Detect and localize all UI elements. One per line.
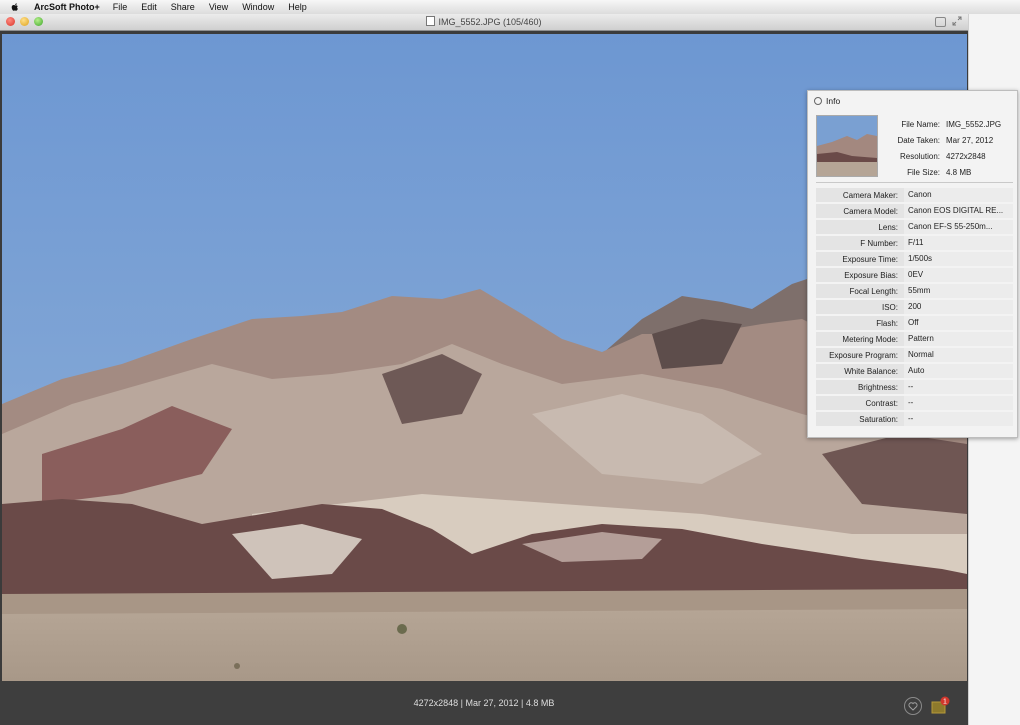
exif-value: Off — [904, 316, 1013, 330]
date-taken-row: Date Taken: Mar 27, 2012 — [886, 132, 1001, 148]
exif-value: Canon — [904, 188, 1013, 202]
exif-row: Focal Length: 55mm — [816, 284, 1013, 298]
exif-value: Canon EOS DIGITAL RE... — [904, 204, 1013, 218]
exif-key: Flash: — [876, 318, 898, 328]
exif-value: Pattern — [904, 332, 1013, 346]
exif-row: White Balance: Auto — [816, 364, 1013, 378]
document-icon — [426, 16, 436, 26]
photo-thumbnail — [816, 115, 878, 177]
exif-row: Saturation: -- — [816, 412, 1013, 426]
info-title: Info — [826, 96, 841, 106]
exif-key: ISO: — [881, 302, 898, 312]
exif-row: Metering Mode: Pattern — [816, 332, 1013, 346]
exif-key: Brightness: — [857, 382, 898, 392]
exif-row: Lens: Canon EF-S 55-250m... — [816, 220, 1013, 234]
exif-table: Camera Maker: Canon Camera Model: Canon EO… — [816, 188, 1013, 428]
heart-icon — [908, 702, 918, 711]
menu-share[interactable]: Share — [171, 2, 195, 12]
menu-edit[interactable]: Edit — [141, 2, 157, 12]
exif-key: Saturation: — [859, 414, 898, 424]
file-name-row: File Name: IMG_5552.JPG — [886, 116, 1001, 132]
exif-value: Auto — [904, 364, 1013, 378]
title-bar: IMG_5552.JPG (105/460) — [0, 14, 968, 31]
exif-value: -- — [904, 396, 1013, 410]
exif-value: Normal — [904, 348, 1013, 362]
exif-row: Camera Maker: Canon — [816, 188, 1013, 202]
exif-value: -- — [904, 380, 1013, 394]
file-key: File Name: — [901, 119, 940, 129]
menu-app-name[interactable]: ArcSoft Photo+ — [34, 2, 100, 12]
info-close-icon[interactable] — [814, 97, 822, 105]
exif-row: Camera Model: Canon EOS DIGITAL RE... — [816, 204, 1013, 218]
window-title: IMG_5552.JPG (105/460) — [0, 16, 968, 27]
file-key: File Size: — [907, 167, 940, 177]
exif-key: Camera Maker: — [842, 190, 898, 200]
exif-value: 55mm — [904, 284, 1013, 298]
exif-row: Exposure Program: Normal — [816, 348, 1013, 362]
exif-key: Camera Model: — [843, 206, 898, 216]
exif-value: -- — [904, 412, 1013, 426]
exif-value: Canon EF-S 55-250m... — [904, 220, 1013, 234]
file-value: 4272x2848 — [946, 151, 986, 161]
apple-icon[interactable] — [10, 2, 20, 12]
file-key: Date Taken: — [897, 135, 940, 145]
exif-key: Lens: — [878, 222, 898, 232]
resolution-row: Resolution: 4272x2848 — [886, 148, 1001, 164]
file-value: IMG_5552.JPG — [946, 119, 1002, 129]
exif-row: ISO: 200 — [816, 300, 1013, 314]
exif-key: Exposure Bias: — [844, 270, 898, 280]
exif-row: F Number: F/11 — [816, 236, 1013, 250]
exif-row: Exposure Time: 1/500s — [816, 252, 1013, 266]
exif-value: 1/500s — [904, 252, 1013, 266]
file-info: File Name: IMG_5552.JPG Date Taken: Mar … — [886, 116, 1001, 180]
exif-key: Exposure Program: — [829, 350, 898, 360]
tray-icon[interactable]: 1 — [930, 696, 950, 716]
exif-value: 0EV — [904, 268, 1013, 282]
menu-file[interactable]: File — [113, 2, 128, 12]
info-header: Info — [814, 96, 840, 106]
menu-window[interactable]: Window — [242, 2, 274, 12]
info-divider — [816, 182, 1013, 183]
file-value: 4.8 MB — [946, 167, 972, 177]
exif-row: Contrast: -- — [816, 396, 1013, 410]
exif-row: Brightness: -- — [816, 380, 1013, 394]
file-key: Resolution: — [899, 151, 940, 161]
exif-key: Focal Length: — [849, 286, 898, 296]
status-bar: 4272x2848 | Mar 27, 2012 | 4.8 MB 1 — [0, 681, 968, 725]
menu-view[interactable]: View — [209, 2, 228, 12]
tray-badge: 1 — [943, 699, 947, 706]
menu-bar: ArcSoft Photo+ File Edit Share View Wind… — [0, 0, 1020, 15]
exif-key: White Balance: — [844, 366, 898, 376]
toolbar-toggle-icon[interactable] — [935, 17, 946, 27]
exif-row: Flash: Off — [816, 316, 1013, 330]
fullscreen-icon[interactable] — [952, 16, 962, 26]
file-size-row: File Size: 4.8 MB — [886, 164, 1001, 180]
exif-value: F/11 — [904, 236, 1013, 250]
file-value: Mar 27, 2012 — [946, 135, 994, 145]
favorite-button[interactable] — [904, 697, 922, 715]
exif-key: Metering Mode: — [842, 334, 898, 344]
exif-key: Contrast: — [865, 398, 898, 408]
info-panel: Info File Name: IMG_5552.JPG Date Taken:… — [807, 90, 1018, 438]
image-summary: 4272x2848 | Mar 27, 2012 | 4.8 MB — [413, 698, 555, 708]
menu-help[interactable]: Help — [288, 2, 307, 12]
exif-row: Exposure Bias: 0EV — [816, 268, 1013, 282]
exif-value: 200 — [904, 300, 1013, 314]
window-title-text: IMG_5552.JPG (105/460) — [438, 17, 542, 27]
exif-key: Exposure Time: — [842, 254, 898, 264]
exif-key: F Number: — [860, 238, 898, 248]
